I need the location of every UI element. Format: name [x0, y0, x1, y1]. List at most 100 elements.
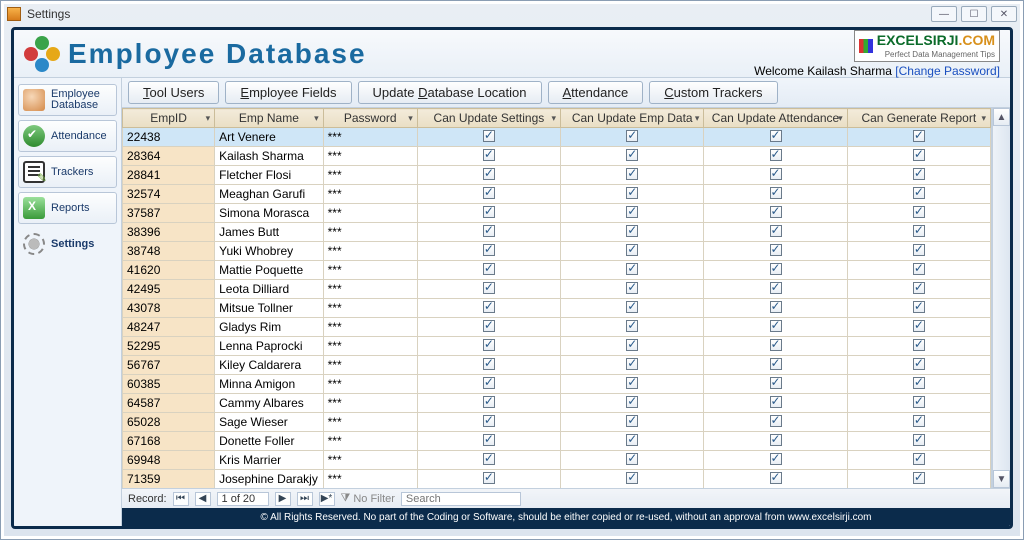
checkbox-cell[interactable] — [704, 451, 847, 470]
password-cell[interactable]: *** — [323, 242, 417, 261]
checkbox-icon[interactable] — [913, 130, 925, 142]
nav-last-button[interactable]: ⏭ — [297, 492, 313, 506]
checkbox-icon[interactable] — [626, 339, 638, 351]
sidebar-item-reports[interactable]: Reports — [18, 192, 117, 224]
checkbox-cell[interactable] — [417, 413, 560, 432]
checkbox-cell[interactable] — [561, 432, 704, 451]
checkbox-icon[interactable] — [770, 206, 782, 218]
checkbox-cell[interactable] — [704, 356, 847, 375]
checkbox-icon[interactable] — [770, 396, 782, 408]
checkbox-icon[interactable] — [483, 320, 495, 332]
name-cell[interactable]: Meaghan Garufi — [215, 185, 324, 204]
password-cell[interactable]: *** — [323, 223, 417, 242]
checkbox-icon[interactable] — [770, 434, 782, 446]
dropdown-icon[interactable]: ▾ — [981, 113, 986, 124]
checkbox-cell[interactable] — [847, 166, 990, 185]
empid-cell[interactable]: 48247 — [123, 318, 215, 337]
name-cell[interactable]: Mitsue Tollner — [215, 299, 324, 318]
password-cell[interactable]: *** — [323, 375, 417, 394]
checkbox-cell[interactable] — [561, 375, 704, 394]
checkbox-cell[interactable] — [561, 299, 704, 318]
checkbox-icon[interactable] — [913, 206, 925, 218]
checkbox-icon[interactable] — [913, 301, 925, 313]
name-cell[interactable]: Gladys Rim — [215, 318, 324, 337]
checkbox-cell[interactable] — [847, 261, 990, 280]
empid-cell[interactable]: 28364 — [123, 147, 215, 166]
checkbox-icon[interactable] — [626, 377, 638, 389]
scroll-down-icon[interactable]: ▼ — [993, 470, 1010, 488]
checkbox-cell[interactable] — [561, 128, 704, 147]
dropdown-icon[interactable]: ▾ — [314, 113, 319, 124]
name-cell[interactable]: Art Venere — [215, 128, 324, 147]
checkbox-icon[interactable] — [770, 301, 782, 313]
name-cell[interactable]: Cammy Albares — [215, 394, 324, 413]
checkbox-cell[interactable] — [704, 337, 847, 356]
checkbox-cell[interactable] — [417, 204, 560, 223]
password-cell[interactable]: *** — [323, 299, 417, 318]
checkbox-cell[interactable] — [561, 451, 704, 470]
checkbox-cell[interactable] — [704, 375, 847, 394]
nav-next-button[interactable]: ▶ — [275, 492, 291, 506]
checkbox-cell[interactable] — [417, 394, 560, 413]
checkbox-cell[interactable] — [704, 413, 847, 432]
checkbox-icon[interactable] — [626, 225, 638, 237]
scroll-up-icon[interactable]: ▲ — [993, 108, 1010, 126]
checkbox-icon[interactable] — [770, 130, 782, 142]
checkbox-icon[interactable] — [483, 149, 495, 161]
checkbox-cell[interactable] — [561, 242, 704, 261]
table-row[interactable]: 67168Donette Foller*** — [123, 432, 991, 451]
table-row[interactable]: 41620Mattie Poquette*** — [123, 261, 991, 280]
checkbox-icon[interactable] — [770, 320, 782, 332]
search-input[interactable] — [401, 492, 521, 506]
password-cell[interactable]: *** — [323, 185, 417, 204]
empid-cell[interactable]: 65028 — [123, 413, 215, 432]
empid-cell[interactable]: 64587 — [123, 394, 215, 413]
checkbox-cell[interactable] — [561, 185, 704, 204]
tab-update-db-location[interactable]: Update Database Location — [358, 81, 542, 104]
checkbox-icon[interactable] — [770, 244, 782, 256]
checkbox-cell[interactable] — [417, 318, 560, 337]
password-cell[interactable]: *** — [323, 204, 417, 223]
users-grid[interactable]: EmpID▾Emp Name▾Password▾Can Update Setti… — [122, 108, 992, 488]
checkbox-cell[interactable] — [417, 128, 560, 147]
table-row[interactable]: 38396James Butt*** — [123, 223, 991, 242]
table-row[interactable]: 60385Minna Amigon*** — [123, 375, 991, 394]
nav-first-button[interactable]: ⏮ — [173, 492, 189, 506]
password-cell[interactable]: *** — [323, 356, 417, 375]
checkbox-icon[interactable] — [483, 187, 495, 199]
checkbox-cell[interactable] — [561, 413, 704, 432]
checkbox-cell[interactable] — [417, 223, 560, 242]
empid-cell[interactable]: 28841 — [123, 166, 215, 185]
checkbox-cell[interactable] — [847, 413, 990, 432]
checkbox-icon[interactable] — [913, 472, 925, 484]
dropdown-icon[interactable]: ▾ — [206, 113, 211, 124]
checkbox-icon[interactable] — [913, 415, 925, 427]
checkbox-icon[interactable] — [483, 472, 495, 484]
password-cell[interactable]: *** — [323, 470, 417, 489]
window-maximize-button[interactable]: ☐ — [961, 6, 987, 22]
empid-cell[interactable]: 69948 — [123, 451, 215, 470]
name-cell[interactable]: Simona Morasca — [215, 204, 324, 223]
nav-prev-button[interactable]: ◀ — [195, 492, 211, 506]
checkbox-icon[interactable] — [770, 415, 782, 427]
checkbox-icon[interactable] — [626, 320, 638, 332]
tab-custom-trackers[interactable]: Custom Trackers — [649, 81, 777, 104]
table-row[interactable]: 32574Meaghan Garufi*** — [123, 185, 991, 204]
window-close-button[interactable]: ✕ — [991, 6, 1017, 22]
checkbox-icon[interactable] — [770, 358, 782, 370]
checkbox-icon[interactable] — [483, 301, 495, 313]
checkbox-icon[interactable] — [483, 377, 495, 389]
checkbox-icon[interactable] — [626, 453, 638, 465]
name-cell[interactable]: Yuki Whobrey — [215, 242, 324, 261]
checkbox-cell[interactable] — [847, 356, 990, 375]
checkbox-cell[interactable] — [704, 280, 847, 299]
checkbox-icon[interactable] — [483, 453, 495, 465]
checkbox-icon[interactable] — [770, 263, 782, 275]
empid-cell[interactable]: 71359 — [123, 470, 215, 489]
checkbox-cell[interactable] — [417, 375, 560, 394]
checkbox-icon[interactable] — [483, 244, 495, 256]
checkbox-icon[interactable] — [913, 282, 925, 294]
window-minimize-button[interactable]: — — [931, 6, 957, 22]
column-header[interactable]: Emp Name▾ — [215, 109, 324, 128]
column-header[interactable]: Password▾ — [323, 109, 417, 128]
